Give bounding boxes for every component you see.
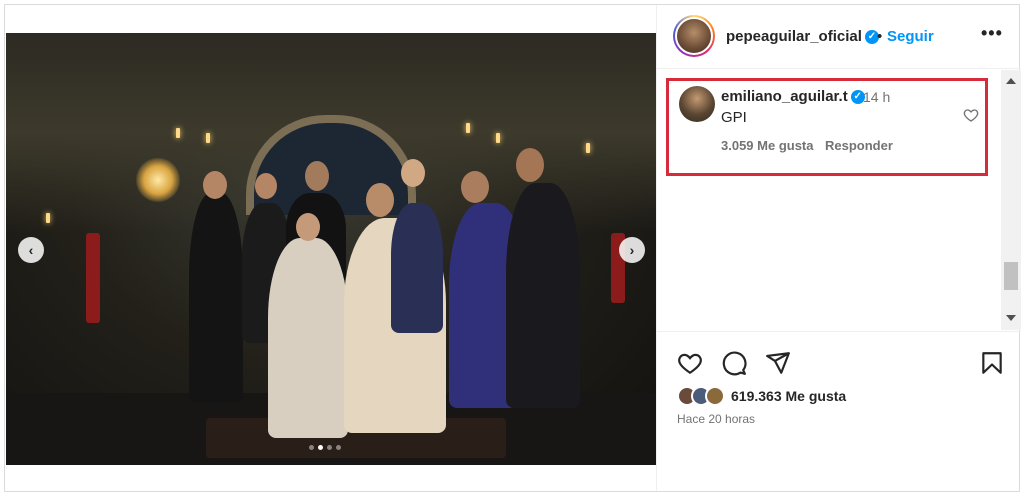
scrollbar-thumb[interactable] bbox=[1004, 262, 1018, 290]
scroll-up-arrow-icon[interactable] bbox=[1006, 78, 1016, 84]
photo-person-head bbox=[255, 173, 277, 199]
photo-person-head bbox=[461, 171, 489, 203]
save-bookmark-icon[interactable] bbox=[979, 350, 1005, 376]
photo-person-head bbox=[296, 213, 320, 241]
header-separator: • bbox=[877, 28, 883, 45]
follow-button[interactable]: Seguir bbox=[887, 28, 934, 45]
photo-candle bbox=[586, 143, 590, 153]
photo-candle bbox=[46, 213, 50, 223]
post-timestamp: Hace 20 horas bbox=[677, 412, 756, 426]
author-avatar[interactable] bbox=[673, 15, 715, 57]
post-actions: 619.363 Me gusta Hace 20 horas bbox=[657, 331, 1021, 491]
comment-likes[interactable]: 3.059 Me gusta bbox=[721, 138, 814, 153]
like-heart-icon[interactable] bbox=[677, 350, 703, 376]
carousel-dot bbox=[309, 445, 314, 450]
comment-text: GPI bbox=[721, 109, 747, 126]
photo-person-bride bbox=[268, 238, 348, 438]
liker-avatar bbox=[705, 386, 725, 406]
photo-person-head bbox=[203, 171, 227, 199]
carousel-dot bbox=[336, 445, 341, 450]
comments-section: emiliano_aguilar.t ✓ 14 h GPI 3.059 Me gu… bbox=[657, 70, 1021, 330]
more-icon[interactable]: ••• bbox=[981, 23, 1003, 44]
comment-time: 14 h bbox=[863, 89, 891, 105]
share-icon[interactable] bbox=[765, 350, 791, 376]
photo-candle bbox=[206, 133, 210, 143]
post-side-panel: pepeaguilar_oficial ✓ • Seguir ••• emilia… bbox=[656, 5, 1021, 491]
photo-person bbox=[506, 183, 580, 408]
carousel-dot bbox=[327, 445, 332, 450]
carousel-dots bbox=[309, 445, 341, 450]
photo-person bbox=[189, 193, 243, 403]
commenter-avatar[interactable] bbox=[679, 86, 715, 122]
photo-sacred-heart bbox=[136, 158, 180, 202]
photo-red-decor bbox=[86, 233, 100, 323]
photo-candle bbox=[496, 133, 500, 143]
comments-scrollbar[interactable] bbox=[1001, 70, 1021, 330]
likes-count[interactable]: 619.363 Me gusta bbox=[731, 388, 846, 404]
post-window: ‹ › pepeaguilar_oficial ✓ • Seguir ••• em… bbox=[4, 4, 1021, 492]
commenter-username[interactable]: emiliano_aguilar.t ✓ bbox=[721, 88, 865, 105]
prev-slide-button[interactable]: ‹ bbox=[18, 237, 44, 263]
reply-button[interactable]: Responder bbox=[825, 138, 893, 153]
likes-summary[interactable]: 619.363 Me gusta bbox=[677, 386, 846, 406]
photo-person-head bbox=[366, 183, 394, 217]
scroll-down-arrow-icon[interactable] bbox=[1006, 315, 1016, 321]
photo-person-head bbox=[401, 159, 425, 187]
post-header: pepeaguilar_oficial ✓ • Seguir ••• bbox=[657, 5, 1021, 69]
photo-person-head bbox=[516, 148, 544, 182]
photo-person-head bbox=[305, 161, 329, 191]
comment-icon[interactable] bbox=[721, 350, 747, 376]
photo-candle bbox=[466, 123, 470, 133]
next-slide-button[interactable]: › bbox=[619, 237, 645, 263]
author-username[interactable]: pepeaguilar_oficial ✓ bbox=[726, 28, 879, 45]
comment-like-heart-icon[interactable] bbox=[963, 107, 979, 123]
post-photo[interactable]: ‹ › bbox=[6, 33, 656, 465]
photo-person bbox=[391, 203, 443, 333]
carousel-dot-active bbox=[318, 445, 323, 450]
photo-candle bbox=[176, 128, 180, 138]
